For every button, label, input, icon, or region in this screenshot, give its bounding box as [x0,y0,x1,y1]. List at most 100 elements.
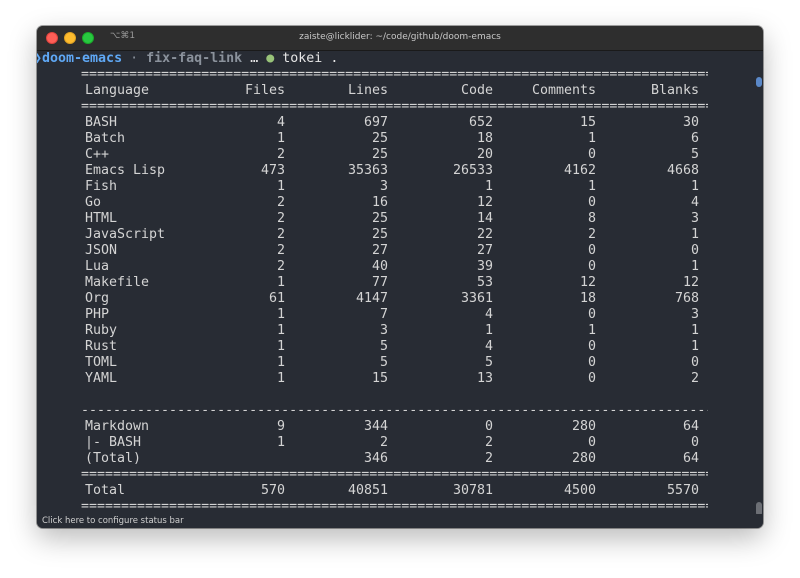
table-rule-double: ========================================… [81,499,708,514]
cell-files: 1 [276,323,285,338]
cell-blanks: 30 [682,115,699,130]
cell-code: 26533 [452,163,493,178]
cell-language: Rust [85,339,118,354]
cell-language: PHP [85,307,110,322]
cell-code: 2 [484,435,493,450]
cell-code: 4 [484,339,493,354]
prompt-git-branch: fix-faq-link [146,51,243,66]
cell-lines: 3 [379,179,388,194]
cell-blanks: 1 [690,339,699,354]
cell-files: 61 [268,291,285,306]
table-row: (Total) 346 2 280 64 [81,451,708,467]
table-rule-double: ========================================… [81,467,708,482]
cell-blanks: 1 [690,323,699,338]
cell-files: 1 [276,179,285,194]
cell-language: C++ [85,147,110,162]
cell-comments: 0 [587,307,596,322]
cell-blanks: 1 [690,259,699,274]
header-comments: Comments [531,83,596,98]
cell-comments: 280 [571,451,596,466]
cell-blanks: 1 [690,179,699,194]
header-code: Code [460,83,493,98]
table-row: Makefile 1 77 53 12 12 [81,275,708,291]
cell-files: 2 [276,259,285,274]
cell-code: 18 [476,131,493,146]
total-code: 30781 [452,483,493,498]
table-row: Go 2 16 12 0 4 [81,195,708,211]
cell-lines: 25 [371,131,388,146]
cell-lines: 4147 [355,291,388,306]
cell-code: 5 [484,355,493,370]
cell-blanks: 1 [690,227,699,242]
terminal-content[interactable]: ❯doom-emacs · fix-faq-link … ● tokei . =… [37,51,763,528]
cell-code: 20 [476,147,493,162]
cell-language: JSON [85,243,118,258]
cell-blanks: 3 [690,211,699,226]
cell-files: 2 [276,243,285,258]
header-files: Files [244,83,285,98]
table-total-row: Total 570 40851 30781 4500 5570 [81,483,708,499]
window-title: zaiste@licklider: ~/code/github/doom-ema… [299,32,501,42]
table-row: JavaScript 2 25 22 2 1 [81,227,708,243]
prompt-separator: · [130,51,139,66]
cell-lines: 35363 [347,163,388,178]
table-row: C++ 2 25 20 0 5 [81,147,708,163]
cell-lines: 2 [379,435,388,450]
cell-lines: 344 [363,419,388,434]
cell-files: 4 [276,115,285,130]
table-row: Markdown 9 344 0 280 64 [81,419,708,435]
table-row: Batch 1 25 18 1 6 [81,131,708,147]
cell-comments: 0 [587,435,596,450]
cell-language: Lua [85,259,110,274]
cell-lines: 25 [371,211,388,226]
cell-comments: 0 [587,339,596,354]
prompt-directory: doom-emacs [42,51,123,66]
table-row: BASH 4 697 652 15 30 [81,115,708,131]
cell-lines: 27 [371,243,388,258]
cell-lines: 25 [371,147,388,162]
header-blanks: Blanks [650,83,699,98]
cell-language: YAML [85,371,118,386]
cell-lines: 5 [379,355,388,370]
cell-comments: 2 [587,227,596,242]
cell-comments: 18 [579,291,596,306]
table-rule-double: ========================================… [81,67,708,82]
cell-blanks: 5 [690,147,699,162]
table-header-row: Language Files Lines Code Comments Blank… [81,83,708,99]
cell-blanks: 4668 [666,163,699,178]
cell-language: Markdown [85,419,150,434]
cell-code: 22 [476,227,493,242]
cell-files: 9 [276,419,285,434]
cell-files: 2 [276,211,285,226]
cell-lines: 25 [371,227,388,242]
cell-files: 1 [276,339,285,354]
cell-code: 652 [468,115,493,130]
prompt-line-command: ❯doom-emacs · fix-faq-link … ● tokei . [37,51,338,67]
cell-code: 1 [484,179,493,194]
table-row: Emacs Lisp 473 35363 26533 4162 4668 [81,163,708,179]
table-row: TOML 1 5 5 0 0 [81,355,708,371]
cell-comments: 0 [587,259,596,274]
total-lines: 40851 [347,483,388,498]
cell-language: Org [85,291,110,306]
total-language: Total [85,483,126,498]
cell-comments: 8 [587,211,596,226]
cell-code: 13 [476,371,493,386]
cell-language: Batch [85,131,126,146]
cell-lines: 697 [363,115,388,130]
cell-language: Ruby [85,323,118,338]
cell-language: Go [85,195,102,210]
cell-files: 473 [260,163,285,178]
cell-comments: 12 [579,275,596,290]
cell-blanks: 6 [690,131,699,146]
title-bar[interactable]: ⌥⌘1 zaiste@licklider: ~/code/github/doom… [37,26,763,51]
table-row: |- BASH 1 2 2 0 0 [81,435,708,451]
table-row: Ruby 1 3 1 1 1 [81,323,708,339]
cell-code: 53 [476,275,493,290]
cell-blanks: 64 [682,451,699,466]
prompt-status-dot: ● [266,51,275,66]
cell-lines: 77 [371,275,388,290]
table-row: Org 61 4147 3361 18 768 [81,291,708,307]
status-bar[interactable]: Click here to configure status bar [37,514,763,528]
scrollbar-indicator-top[interactable] [756,77,762,87]
